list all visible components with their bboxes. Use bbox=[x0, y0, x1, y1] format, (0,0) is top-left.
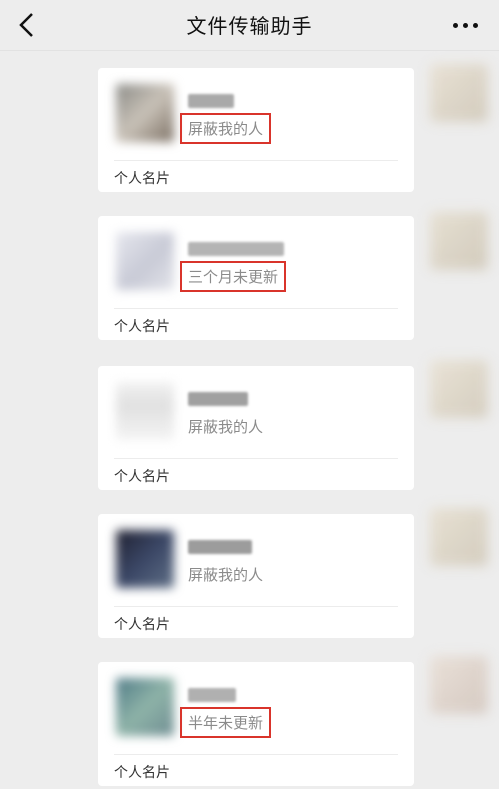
contact-avatar bbox=[116, 678, 174, 736]
self-avatar[interactable] bbox=[430, 360, 488, 418]
self-avatar[interactable] bbox=[430, 212, 488, 270]
contact-avatar bbox=[116, 84, 174, 142]
contact-avatar bbox=[116, 530, 174, 588]
status-label: 三个月未更新 bbox=[180, 261, 287, 292]
divider bbox=[114, 160, 398, 161]
divider bbox=[114, 606, 398, 607]
contact-card-message[interactable]: 半年未更新 个人名片 bbox=[98, 662, 414, 786]
more-button[interactable] bbox=[449, 18, 481, 32]
status-label: 屏蔽我的人 bbox=[188, 418, 264, 436]
contact-name bbox=[188, 688, 236, 702]
contact-name bbox=[188, 94, 234, 108]
contact-name bbox=[188, 242, 284, 256]
status-label: 半年未更新 bbox=[180, 707, 272, 738]
contact-card-message[interactable]: 三个月未更新 个人名片 bbox=[98, 216, 414, 340]
contact-card-message[interactable]: 屏蔽我的人 个人名片 bbox=[98, 366, 414, 490]
card-type-label: 个人名片 bbox=[114, 171, 170, 187]
more-dots-icon bbox=[452, 22, 458, 28]
page-title: 文件传输助手 bbox=[186, 14, 313, 38]
card-type-label: 个人名片 bbox=[114, 469, 170, 485]
card-type-label: 个人名片 bbox=[114, 617, 170, 633]
contact-name bbox=[188, 540, 252, 554]
divider bbox=[114, 308, 398, 309]
contact-card-message[interactable]: 屏蔽我的人 个人名片 bbox=[98, 514, 414, 638]
self-avatar[interactable] bbox=[430, 656, 488, 714]
card-type-label: 个人名片 bbox=[114, 765, 170, 781]
contact-card-message[interactable]: 屏蔽我的人 个人名片 bbox=[98, 68, 414, 192]
divider bbox=[114, 458, 398, 459]
self-avatar[interactable] bbox=[430, 508, 488, 566]
status-label: 屏蔽我的人 bbox=[188, 566, 264, 584]
status-label: 屏蔽我的人 bbox=[180, 113, 272, 144]
top-bar: 文件传输助手 bbox=[0, 0, 499, 51]
self-avatar[interactable] bbox=[430, 64, 488, 122]
divider bbox=[114, 754, 398, 755]
contact-avatar bbox=[116, 382, 174, 440]
contact-name bbox=[188, 392, 248, 406]
card-type-label: 个人名片 bbox=[114, 319, 170, 335]
contact-avatar bbox=[116, 232, 174, 290]
